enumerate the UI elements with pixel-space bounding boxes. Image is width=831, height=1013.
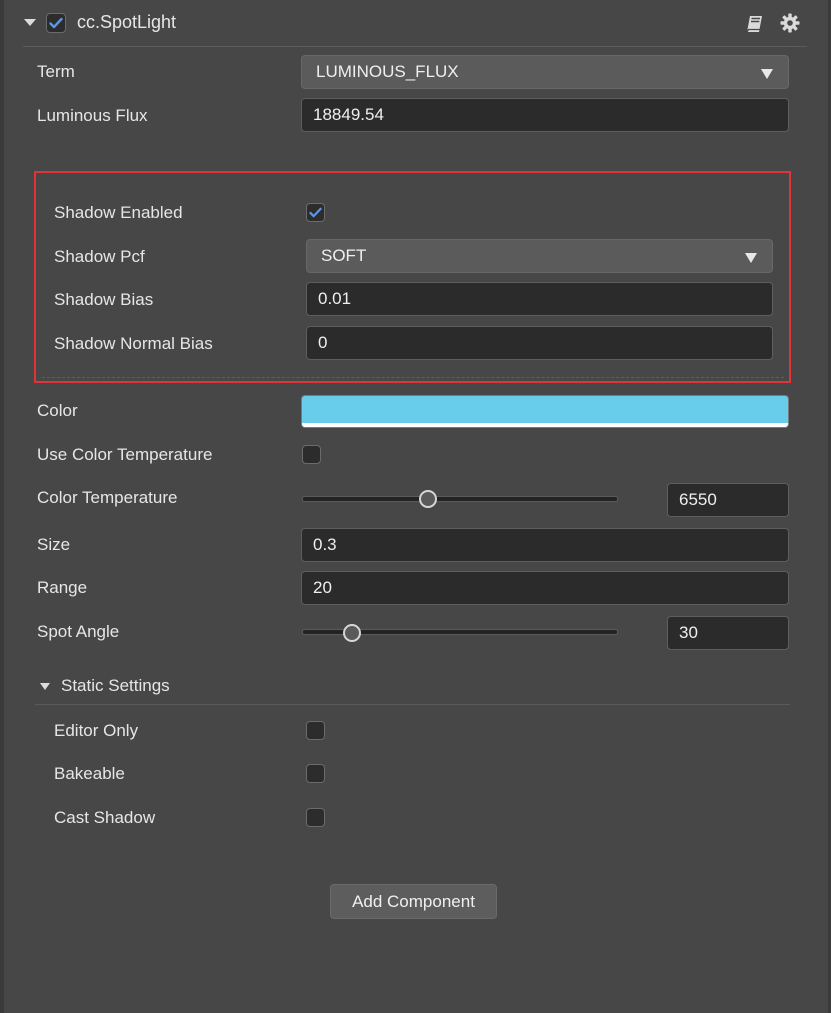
dropdown-arrow-icon [745,253,757,263]
component-enabled-checkbox[interactable] [46,13,66,33]
color-alpha-bar [302,423,788,427]
luminous-flux-label: Luminous Flux [37,106,148,125]
shadow-pcf-select[interactable]: SOFT [306,239,773,273]
use-color-temperature-checkbox[interactable] [302,445,321,464]
cast-shadow-label: Cast Shadow [54,808,156,827]
cast-shadow-checkbox[interactable] [306,808,325,827]
term-label: Term [37,62,75,81]
checkmark-icon [49,17,63,29]
component-title: cc.SpotLight [77,12,177,32]
size-label: Size [37,535,71,554]
color-temperature-slider-track[interactable] [302,496,618,502]
color-temperature-slider-thumb[interactable] [418,490,437,508]
gear-icon[interactable] [780,13,800,38]
spot-angle-label: Spot Angle [37,622,120,641]
shadow-enabled-label: Shadow Enabled [54,203,183,222]
book-icon[interactable] [745,14,765,39]
static-settings-collapse-icon[interactable] [40,683,50,690]
range-input[interactable]: 20 [301,571,789,605]
color-temperature-label: Color Temperature [37,488,178,507]
shadow-enabled-checkbox[interactable] [306,203,325,222]
static-settings-divider [35,704,790,705]
spot-angle-input[interactable]: 30 [667,616,789,650]
use-color-temperature-label: Use Color Temperature [37,445,213,464]
shadow-normal-bias-input[interactable]: 0 [306,326,773,360]
color-swatch[interactable] [301,395,789,428]
luminous-flux-input[interactable]: 18849.54 [301,98,789,132]
editor-only-label: Editor Only [54,721,139,740]
dropdown-arrow-icon [761,69,773,79]
range-label: Range [37,578,88,597]
color-temperature-input[interactable]: 6550 [667,483,789,517]
shadow-bottom-dashed-divider [42,377,784,378]
add-component-button[interactable]: Add Component [330,884,497,919]
term-select[interactable]: LUMINOUS_FLUX [301,55,789,89]
panel-left-edge [0,0,4,1013]
checkmark-icon [309,207,322,218]
header-divider [23,46,807,47]
shadow-pcf-label: Shadow Pcf [54,247,145,266]
shadow-bias-input[interactable]: 0.01 [306,282,773,316]
bakeable-label: Bakeable [54,764,125,783]
term-value: LUMINOUS_FLUX [316,62,459,81]
collapse-arrow-icon[interactable] [24,19,36,26]
bakeable-checkbox[interactable] [306,764,325,783]
spot-angle-slider-thumb[interactable] [343,624,362,642]
static-settings-title[interactable]: Static Settings [61,676,170,696]
shadow-bias-label: Shadow Bias [54,290,154,309]
color-label: Color [37,401,78,420]
shadow-normal-bias-label: Shadow Normal Bias [54,334,213,353]
editor-only-checkbox[interactable] [306,721,325,740]
shadow-pcf-value: SOFT [321,246,367,265]
size-input[interactable]: 0.3 [301,528,789,562]
